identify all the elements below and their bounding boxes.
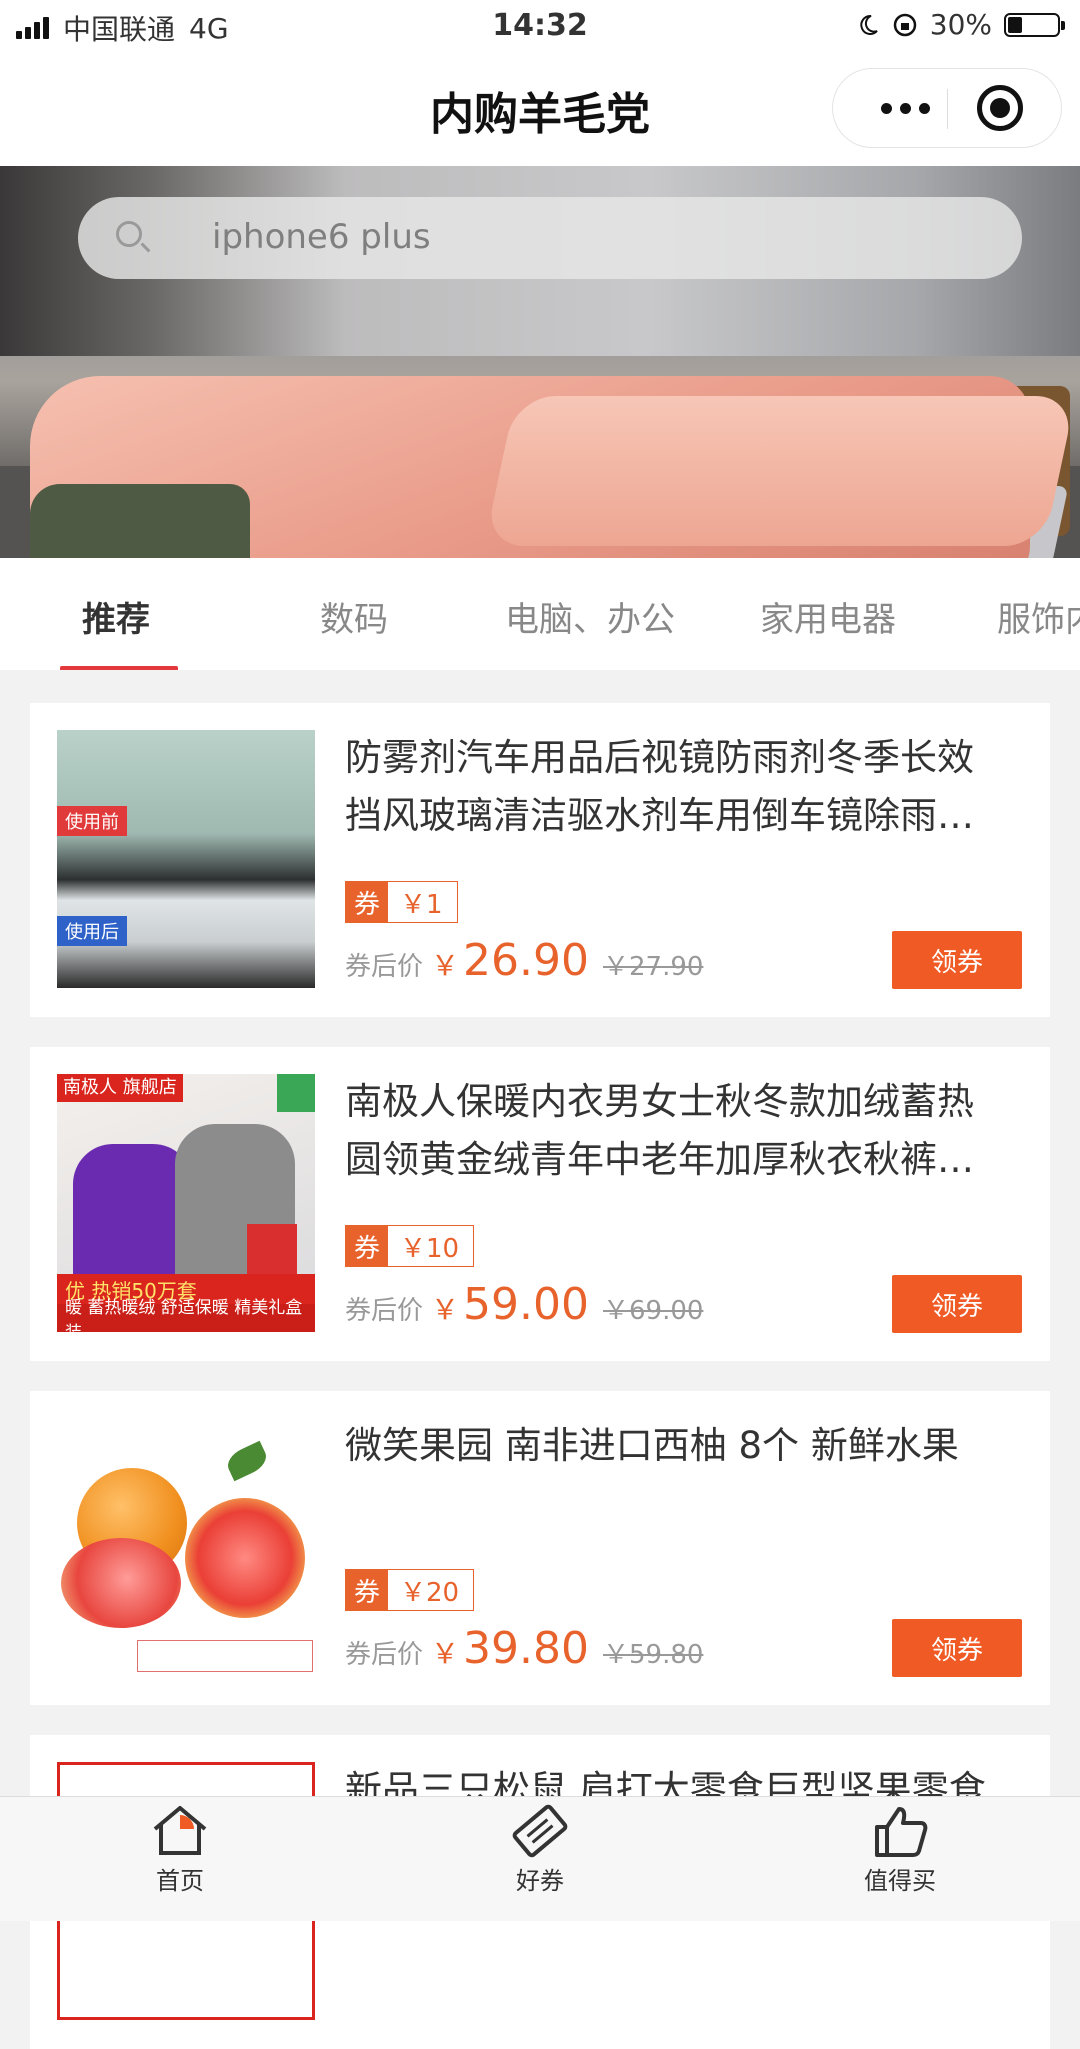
brand-label: 南极人 旗舰店 bbox=[57, 1074, 183, 1102]
bottom-tab-home[interactable]: 首页 bbox=[80, 1803, 280, 1896]
original-price: ￥69.00 bbox=[603, 1296, 704, 1326]
original-price: ￥27.90 bbox=[603, 952, 704, 982]
coupon-value: ￥20 bbox=[400, 1577, 460, 1608]
final-price: 26.90 bbox=[463, 935, 589, 986]
leaf-image bbox=[223, 1440, 271, 1482]
moon-icon bbox=[860, 14, 878, 35]
battery-percent: 30% bbox=[929, 8, 992, 41]
ticket-icon bbox=[512, 1804, 568, 1858]
coupon-label: 券 bbox=[346, 1226, 388, 1266]
promo-strip: 暖 蓄热暖绒 舒适保暖 精美礼盒装 bbox=[57, 1298, 315, 1332]
tab-computer-office[interactable]: 电脑、办公 bbox=[505, 592, 675, 641]
tab-recommended[interactable]: 推荐 bbox=[82, 592, 150, 641]
after-label: 使用后 bbox=[57, 916, 127, 946]
currency-symbol: ￥ bbox=[431, 1637, 460, 1670]
coupon-label: 券 bbox=[346, 882, 388, 922]
product-card[interactable]: 南极人 旗舰店 优 热销50万套 暖 蓄热暖绒 舒适保暖 精美礼盒装 南极人保暖… bbox=[30, 1047, 1050, 1361]
get-coupon-button[interactable]: 领券 bbox=[892, 1619, 1022, 1677]
coupon-value: ￥1 bbox=[400, 889, 443, 920]
grapefruit-half-image bbox=[61, 1538, 181, 1628]
final-price: 39.80 bbox=[463, 1623, 589, 1674]
close-mini-program-icon[interactable] bbox=[977, 85, 1023, 131]
home-icon bbox=[153, 1806, 207, 1855]
bottom-tab-coupons[interactable]: 好券 bbox=[440, 1803, 640, 1896]
tab-apparel[interactable]: 服饰内 bbox=[997, 592, 1080, 641]
price-row: 券后价 ￥ 59.00 ￥69.00 bbox=[345, 1279, 703, 1330]
nav-bar: 内购羊毛党 bbox=[0, 56, 1080, 166]
product-title-line: 圆领黄金绒青年中老年加厚秋衣秋裤… bbox=[345, 1138, 974, 1181]
bottom-tab-label: 首页 bbox=[156, 1867, 204, 1895]
product-thumbnail: 南极人 旗舰店 优 热销50万套 暖 蓄热暖绒 舒适保暖 精美礼盒装 bbox=[57, 1074, 315, 1332]
get-coupon-button[interactable]: 领券 bbox=[892, 931, 1022, 989]
original-price: ￥59.80 bbox=[603, 1640, 704, 1670]
before-label: 使用前 bbox=[57, 806, 127, 836]
product-thumbnail bbox=[57, 1418, 315, 1676]
product-card[interactable]: 微笑果园 南非进口西柚 8个 新鲜水果 券 ￥20 券后价 ￥ 39.80 ￥5… bbox=[30, 1391, 1050, 1705]
product-title: 防雾剂汽车用品后视镜防雨剂冬季长效 挡风玻璃清洁驱水剂车用倒车镜除雨… bbox=[345, 729, 1025, 845]
coupon-badge: 券 ￥1 bbox=[345, 881, 458, 923]
coupon-label: 券 bbox=[346, 1570, 388, 1610]
get-coupon-button[interactable]: 领券 bbox=[892, 1275, 1022, 1333]
bottom-tab-label: 值得买 bbox=[864, 1867, 936, 1895]
product-title-line: 南极人保暖内衣男女士秋冬款加绒蓄热 bbox=[345, 1080, 974, 1123]
bottom-tab-worth-buying[interactable]: 值得买 bbox=[800, 1803, 1000, 1896]
tab-digital[interactable]: 数码 bbox=[320, 592, 388, 641]
category-tabs: 推荐 数码 电脑、办公 家用电器 服饰内 bbox=[0, 558, 1080, 670]
product-title: 南极人保暖内衣男女士秋冬款加绒蓄热 圆领黄金绒青年中老年加厚秋衣秋裤… bbox=[345, 1073, 1025, 1189]
battery-fill bbox=[1008, 16, 1022, 33]
capsule-divider bbox=[947, 89, 948, 129]
thumbs-up-icon bbox=[875, 1807, 928, 1857]
currency-symbol: ￥ bbox=[431, 1293, 460, 1326]
more-options-icon[interactable] bbox=[863, 69, 947, 147]
price-label: 券后价 bbox=[345, 1296, 424, 1326]
search-bar[interactable]: iphone6 plus bbox=[78, 197, 1022, 279]
bottom-tab-bar: 首页 好券 值得买 bbox=[0, 1796, 1080, 1921]
grapefruit-half-image bbox=[185, 1498, 305, 1618]
coupon-value: ￥10 bbox=[400, 1233, 460, 1264]
bottom-tab-label: 好券 bbox=[516, 1867, 564, 1895]
battery-icon bbox=[1004, 12, 1065, 37]
banner-image-pillows bbox=[484, 396, 1076, 546]
product-title-line: 微笑果园 南非进口西柚 8个 新鲜水果 bbox=[345, 1424, 959, 1467]
currency-symbol: ￥ bbox=[431, 949, 460, 982]
banner-image-throw bbox=[30, 484, 250, 558]
mall-badge bbox=[277, 1074, 315, 1112]
price-label: 券后价 bbox=[345, 952, 424, 982]
product-title-line: 防雾剂汽车用品后视镜防雨剂冬季长效 bbox=[345, 736, 974, 779]
coupon-badge: 券 ￥10 bbox=[345, 1225, 475, 1267]
status-bar: 中国联通 4G 14:32 30% bbox=[0, 0, 1080, 56]
tab-home-appliances[interactable]: 家用电器 bbox=[760, 592, 896, 641]
product-title-line: 挡风玻璃清洁驱水剂车用倒车镜除雨… bbox=[345, 794, 974, 837]
price-row: 券后价 ￥ 26.90 ￥27.90 bbox=[345, 935, 703, 986]
shipping-label bbox=[137, 1640, 313, 1672]
final-price: 59.00 bbox=[463, 1279, 589, 1330]
status-right: 30% bbox=[856, 8, 1065, 41]
active-tab-indicator bbox=[60, 666, 178, 670]
price-row: 券后价 ￥ 39.80 ￥59.80 bbox=[345, 1623, 703, 1674]
price-label: 券后价 bbox=[345, 1640, 424, 1670]
product-thumbnail: 使用前 使用后 bbox=[57, 730, 315, 988]
product-title: 微笑果园 南非进口西柚 8个 新鲜水果 bbox=[345, 1417, 1025, 1475]
mini-program-capsule bbox=[832, 68, 1062, 148]
search-icon bbox=[116, 221, 142, 247]
rotation-lock-icon bbox=[893, 13, 917, 36]
coupon-badge: 券 ￥20 bbox=[345, 1569, 475, 1611]
product-card[interactable]: 使用前 使用后 防雾剂汽车用品后视镜防雨剂冬季长效 挡风玻璃清洁驱水剂车用倒车镜… bbox=[30, 703, 1050, 1017]
search-placeholder: iphone6 plus bbox=[212, 217, 431, 257]
